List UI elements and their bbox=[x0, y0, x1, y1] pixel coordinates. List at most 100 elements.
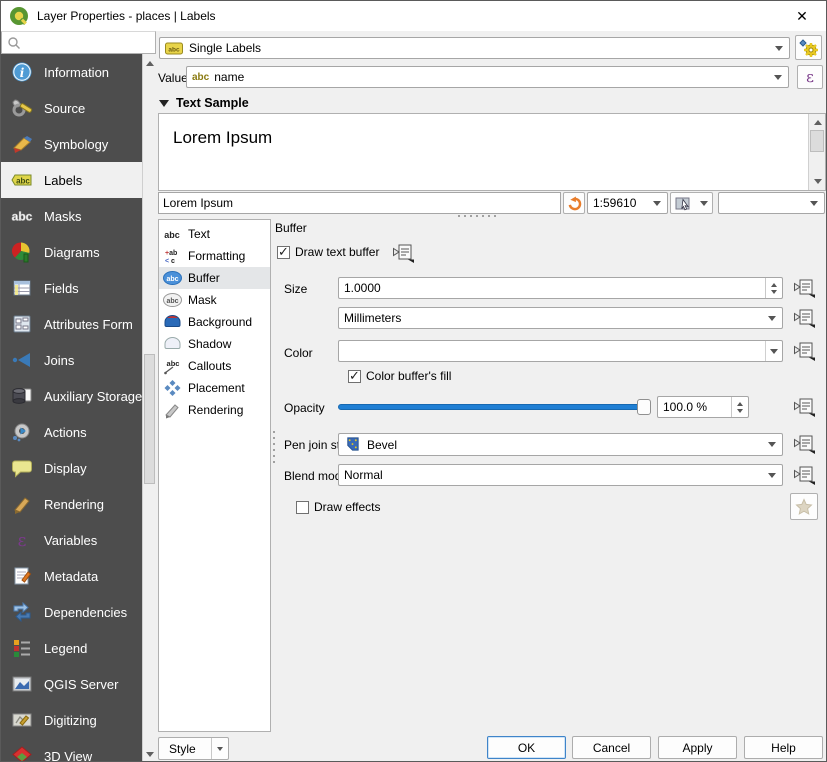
draw-effects-checkbox[interactable]: Draw effects bbox=[296, 500, 380, 514]
sidebar-item-information[interactable]: i Information bbox=[1, 54, 142, 90]
sidebar-item-source[interactable]: Source bbox=[1, 90, 142, 126]
svg-text:abc: abc bbox=[16, 177, 30, 186]
data-defined-override-draw-buffer[interactable] bbox=[390, 242, 416, 264]
rendering-icon bbox=[11, 493, 33, 515]
scroll-down-icon[interactable] bbox=[143, 747, 157, 761]
checkbox-box[interactable] bbox=[296, 501, 309, 514]
cancel-button[interactable]: Cancel bbox=[572, 736, 651, 759]
sidebar-item-qgis-server[interactable]: QGIS Server bbox=[1, 666, 142, 702]
sidebar-item-variables[interactable]: ε Variables bbox=[1, 522, 142, 558]
scroll-down-icon[interactable] bbox=[809, 175, 826, 188]
data-defined-override-color[interactable] bbox=[791, 340, 817, 362]
opacity-spinbox[interactable]: 100.0 % bbox=[657, 396, 749, 418]
color-buffers-fill-checkbox[interactable]: Color buffer's fill bbox=[348, 369, 451, 383]
automated-placement-settings-button[interactable] bbox=[795, 35, 822, 60]
style-button[interactable]: Style bbox=[158, 737, 229, 760]
color-dropdown-zone[interactable] bbox=[765, 341, 782, 361]
buffer-size-spinbox[interactable]: 1.0000 bbox=[338, 277, 783, 299]
tab-buffer[interactable]: abc Buffer bbox=[159, 267, 270, 289]
tab-rendering[interactable]: Rendering bbox=[159, 399, 270, 421]
splitter-handle[interactable] bbox=[456, 214, 500, 218]
checkbox-box[interactable] bbox=[348, 370, 361, 383]
scrollbar-thumb[interactable] bbox=[144, 354, 155, 484]
slider-track[interactable] bbox=[338, 404, 651, 410]
draw-text-buffer-checkbox[interactable]: Draw text buffer bbox=[277, 245, 379, 259]
tab-background[interactable]: Background bbox=[159, 311, 270, 333]
buffer-color-button[interactable] bbox=[338, 340, 783, 362]
data-defined-override-icon bbox=[793, 465, 815, 485]
style-dropdown-zone[interactable] bbox=[211, 738, 223, 759]
sidebar-item-dependencies[interactable]: Dependencies bbox=[1, 594, 142, 630]
text-sample-section-header[interactable]: Text Sample bbox=[159, 96, 249, 110]
sidebar-item-label: Masks bbox=[44, 209, 82, 224]
blend-mode-select[interactable]: Normal bbox=[338, 464, 783, 486]
data-defined-override-size[interactable] bbox=[791, 277, 817, 299]
scroll-up-icon[interactable] bbox=[143, 56, 157, 70]
opacity-slider[interactable] bbox=[338, 398, 651, 416]
scroll-up-icon[interactable] bbox=[809, 116, 826, 129]
spin-down-icon[interactable] bbox=[737, 409, 743, 413]
sidebar-item-label: QGIS Server bbox=[44, 677, 118, 692]
sidebar-item-digitizing[interactable]: Digitizing bbox=[1, 702, 142, 738]
help-button[interactable]: Help bbox=[744, 736, 823, 759]
data-defined-override-unit[interactable] bbox=[791, 307, 817, 329]
diagrams-icon bbox=[11, 241, 33, 263]
spin-down-icon[interactable] bbox=[771, 290, 777, 294]
sidebar-item-label: Labels bbox=[44, 173, 82, 188]
value-field-select[interactable]: abc name bbox=[186, 66, 789, 88]
tab-placement[interactable]: Placement bbox=[159, 377, 270, 399]
sidebar-item-label: Fields bbox=[44, 281, 79, 296]
data-defined-override-icon bbox=[793, 434, 815, 454]
sample-text-input[interactable] bbox=[158, 192, 561, 214]
sidebar-item-symbology[interactable]: Symbology bbox=[1, 126, 142, 162]
reset-sample-button[interactable] bbox=[563, 192, 585, 214]
data-defined-override-pen-join[interactable] bbox=[791, 433, 817, 455]
sidebar-item-attributes-form[interactable]: Attributes Form bbox=[1, 306, 142, 342]
sidebar-item-joins[interactable]: Joins bbox=[1, 342, 142, 378]
pen-join-style-select[interactable]: Bevel bbox=[338, 433, 783, 456]
data-defined-override-opacity[interactable] bbox=[791, 396, 817, 418]
sidebar-item-3d-view[interactable]: 3D View bbox=[1, 738, 142, 762]
sidebar-item-legend[interactable]: Legend bbox=[1, 630, 142, 666]
slider-handle[interactable] bbox=[637, 399, 651, 415]
sidebar-item-label: Display bbox=[44, 461, 87, 476]
spin-up-icon[interactable] bbox=[771, 283, 777, 287]
spin-up-icon[interactable] bbox=[737, 402, 743, 406]
sidebar-item-actions[interactable]: Actions bbox=[1, 414, 142, 450]
sidebar-item-label: Metadata bbox=[44, 569, 98, 584]
scrollbar-thumb[interactable] bbox=[810, 130, 824, 152]
size-label: Size bbox=[284, 282, 307, 296]
checkbox-box[interactable] bbox=[277, 246, 290, 259]
ok-button[interactable]: OK bbox=[487, 736, 566, 759]
spinner-buttons[interactable] bbox=[731, 397, 748, 417]
effects-customize-button[interactable] bbox=[790, 493, 818, 520]
expression-builder-button[interactable]: ε bbox=[797, 65, 823, 89]
sidebar-item-fields[interactable]: Fields bbox=[1, 270, 142, 306]
sidebar-item-diagrams[interactable]: Diagrams bbox=[1, 234, 142, 270]
sidebar-item-display[interactable]: Display bbox=[1, 450, 142, 486]
sidebar-search[interactable] bbox=[1, 31, 156, 54]
text-sample-preview: Lorem Ipsum bbox=[158, 113, 826, 191]
sidebar-item-auxiliary-storage[interactable]: Auxiliary Storage bbox=[1, 378, 142, 414]
buffer-unit-select[interactable]: Millimeters bbox=[338, 307, 783, 329]
preview-background-select[interactable] bbox=[718, 192, 825, 214]
tab-mask[interactable]: abc Mask bbox=[159, 289, 270, 311]
preview-scrollbar[interactable] bbox=[808, 114, 825, 190]
sidebar-item-masks[interactable]: abc Masks bbox=[1, 198, 142, 234]
preview-scale-select[interactable]: 1:59610 bbox=[587, 192, 668, 214]
tab-formatting[interactable]: +ab< c Formatting bbox=[159, 245, 270, 267]
sidebar-item-labels[interactable]: abc Labels bbox=[1, 162, 142, 198]
spinner-buttons[interactable] bbox=[765, 278, 782, 298]
sidebar-item-rendering[interactable]: Rendering bbox=[1, 486, 142, 522]
label-mode-select[interactable]: abc Single Labels bbox=[159, 37, 790, 59]
tab-text[interactable]: abc Text bbox=[159, 223, 270, 245]
tab-shadow[interactable]: Shadow bbox=[159, 333, 270, 355]
apply-button[interactable]: Apply bbox=[658, 736, 737, 759]
tab-callouts[interactable]: abc Callouts bbox=[159, 355, 270, 377]
sidebar-scrollbar[interactable] bbox=[142, 54, 156, 762]
data-defined-override-blend-mode[interactable] bbox=[791, 464, 817, 486]
close-button[interactable]: ✕ bbox=[790, 5, 814, 27]
svg-text:abc: abc bbox=[167, 359, 180, 368]
sidebar-item-metadata[interactable]: Metadata bbox=[1, 558, 142, 594]
set-scale-from-canvas-button[interactable] bbox=[670, 192, 713, 214]
